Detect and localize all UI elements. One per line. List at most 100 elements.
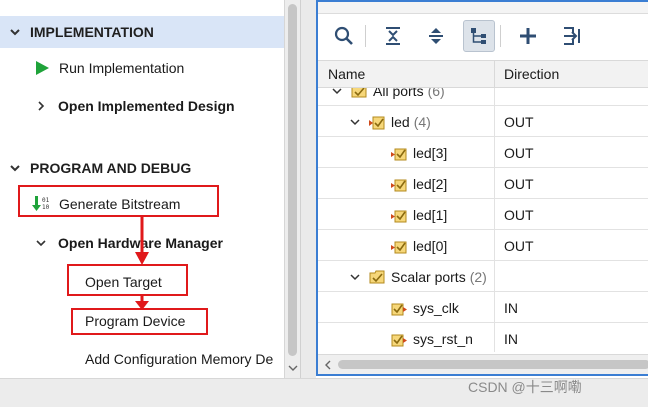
table-row[interactable]: Scalar ports (2) (318, 261, 648, 292)
section-title: IMPLEMENTATION (30, 24, 154, 40)
port-direction: IN (504, 299, 518, 316)
column-header-name[interactable]: Name (328, 66, 365, 82)
group-by-hierarchy-button[interactable] (463, 20, 495, 52)
folder-icon (350, 88, 368, 100)
output-port-icon (390, 237, 408, 255)
add-configuration-memory-item[interactable]: Add Configuration Memory De (85, 347, 273, 371)
port-direction: IN (504, 330, 518, 347)
port-name-cell: led[2] (390, 168, 447, 199)
annotation-box-generate-bitstream (18, 185, 219, 217)
port-name-cell: led[0] (390, 230, 447, 261)
toolbar-separator (500, 25, 501, 47)
run-implementation-item[interactable]: Run Implementation (34, 56, 184, 80)
port-count: (6) (427, 88, 445, 99)
table-row[interactable]: sys_clk IN (318, 292, 648, 323)
item-label: Run Implementation (59, 60, 185, 76)
port-name-cell: sys_rst_n (390, 323, 473, 352)
port-name-cell: led[1] (390, 199, 447, 230)
chevron-down-icon[interactable] (348, 270, 362, 284)
section-implementation[interactable]: IMPLEMENTATION (0, 16, 284, 48)
folder-icon (368, 268, 386, 286)
port-count: (4) (413, 113, 431, 130)
table-row[interactable]: sys_rst_n IN (318, 323, 648, 352)
input-port-icon (390, 330, 408, 348)
chevron-down-icon[interactable] (348, 115, 362, 129)
watermark-text: CSDN @十三啊嘞 (468, 379, 582, 395)
export-button[interactable] (555, 20, 587, 52)
item-label: Add Configuration Memory De (85, 351, 274, 367)
output-port-icon (390, 206, 408, 224)
chevron-down-icon[interactable] (330, 88, 344, 98)
section-program-debug[interactable]: PROGRAM AND DEBUG (0, 156, 191, 180)
expand-all-icon (429, 28, 443, 44)
expand-all-button[interactable] (420, 20, 452, 52)
port-name: led[3] (413, 144, 448, 161)
port-name: led[0] (413, 237, 448, 254)
port-direction: OUT (504, 237, 534, 254)
cell-separator (494, 168, 495, 199)
open-implemented-design-item[interactable]: Open Implemented Design (34, 94, 235, 118)
annotation-box-program-device (71, 308, 208, 335)
arrow-down-icon (135, 295, 149, 310)
annotation-box-open-target (67, 264, 188, 296)
scrollbar-thumb[interactable] (288, 4, 297, 356)
port-name-cell: All ports (6) (330, 88, 445, 106)
add-icon (520, 28, 536, 44)
port-name: All ports (373, 88, 424, 99)
ports-horizontal-scrollbar[interactable] (318, 354, 648, 374)
port-name: Scalar ports (391, 268, 466, 285)
chevron-down-icon[interactable] (287, 362, 299, 374)
port-name-cell: sys_clk (390, 292, 459, 323)
table-row[interactable]: led[3] OUT (318, 137, 648, 168)
scrollbar-thumb[interactable] (338, 360, 648, 369)
cell-separator (494, 230, 495, 261)
cell-separator (494, 292, 495, 323)
cell-separator (494, 199, 495, 230)
export-icon (564, 27, 580, 45)
ports-toolbar (318, 16, 648, 56)
ports-table-body: All ports (6) led (4) OUT led[3] OUT led… (318, 88, 648, 352)
collapse-all-button[interactable] (377, 20, 409, 52)
port-name-cell: led[3] (390, 137, 447, 168)
panel-divider[interactable] (300, 0, 316, 378)
cell-separator (494, 106, 495, 137)
toolbar-separator (365, 25, 366, 47)
bus-port-icon (368, 113, 386, 131)
chevron-right-icon[interactable] (34, 99, 48, 113)
port-name: led[1] (413, 206, 448, 223)
ports-panel: Name Direction All ports (6) led (4) OUT… (316, 0, 648, 376)
navigator-scrollbar[interactable] (284, 0, 300, 378)
port-count: (2) (469, 268, 487, 285)
port-name-cell: led (4) (348, 106, 431, 137)
table-row[interactable]: led (4) OUT (318, 106, 648, 137)
column-separator[interactable] (494, 61, 495, 89)
search-button[interactable] (328, 20, 360, 52)
table-row[interactable]: led[1] OUT (318, 199, 648, 230)
output-port-icon (390, 175, 408, 193)
section-title: PROGRAM AND DEBUG (30, 160, 192, 176)
chevron-down-icon[interactable] (8, 25, 22, 39)
port-name: led[2] (413, 175, 448, 192)
cell-separator (494, 137, 495, 168)
flow-navigator: IMPLEMENTATION Run Implementation Open I… (0, 0, 284, 378)
port-name: led (391, 113, 410, 130)
chevron-down-icon[interactable] (34, 236, 48, 250)
open-hardware-manager-item[interactable]: Open Hardware Manager (34, 231, 223, 255)
port-name: sys_rst_n (413, 330, 473, 347)
port-direction: OUT (504, 175, 534, 192)
hierarchy-icon (471, 28, 486, 44)
search-icon (334, 26, 353, 45)
table-row[interactable]: led[2] OUT (318, 168, 648, 199)
ports-table-header: Name Direction (318, 60, 648, 89)
output-port-icon (390, 144, 408, 162)
add-button[interactable] (512, 20, 544, 52)
collapse-all-icon (386, 27, 400, 45)
chevron-down-icon[interactable] (8, 161, 22, 175)
column-header-direction[interactable]: Direction (504, 66, 559, 82)
table-row[interactable]: led[0] OUT (318, 230, 648, 261)
arrow-down-icon (135, 216, 149, 265)
item-label: Open Implemented Design (58, 98, 235, 114)
table-row[interactable]: All ports (6) (318, 88, 648, 106)
port-direction: OUT (504, 206, 534, 223)
chevron-left-icon[interactable] (322, 359, 334, 371)
